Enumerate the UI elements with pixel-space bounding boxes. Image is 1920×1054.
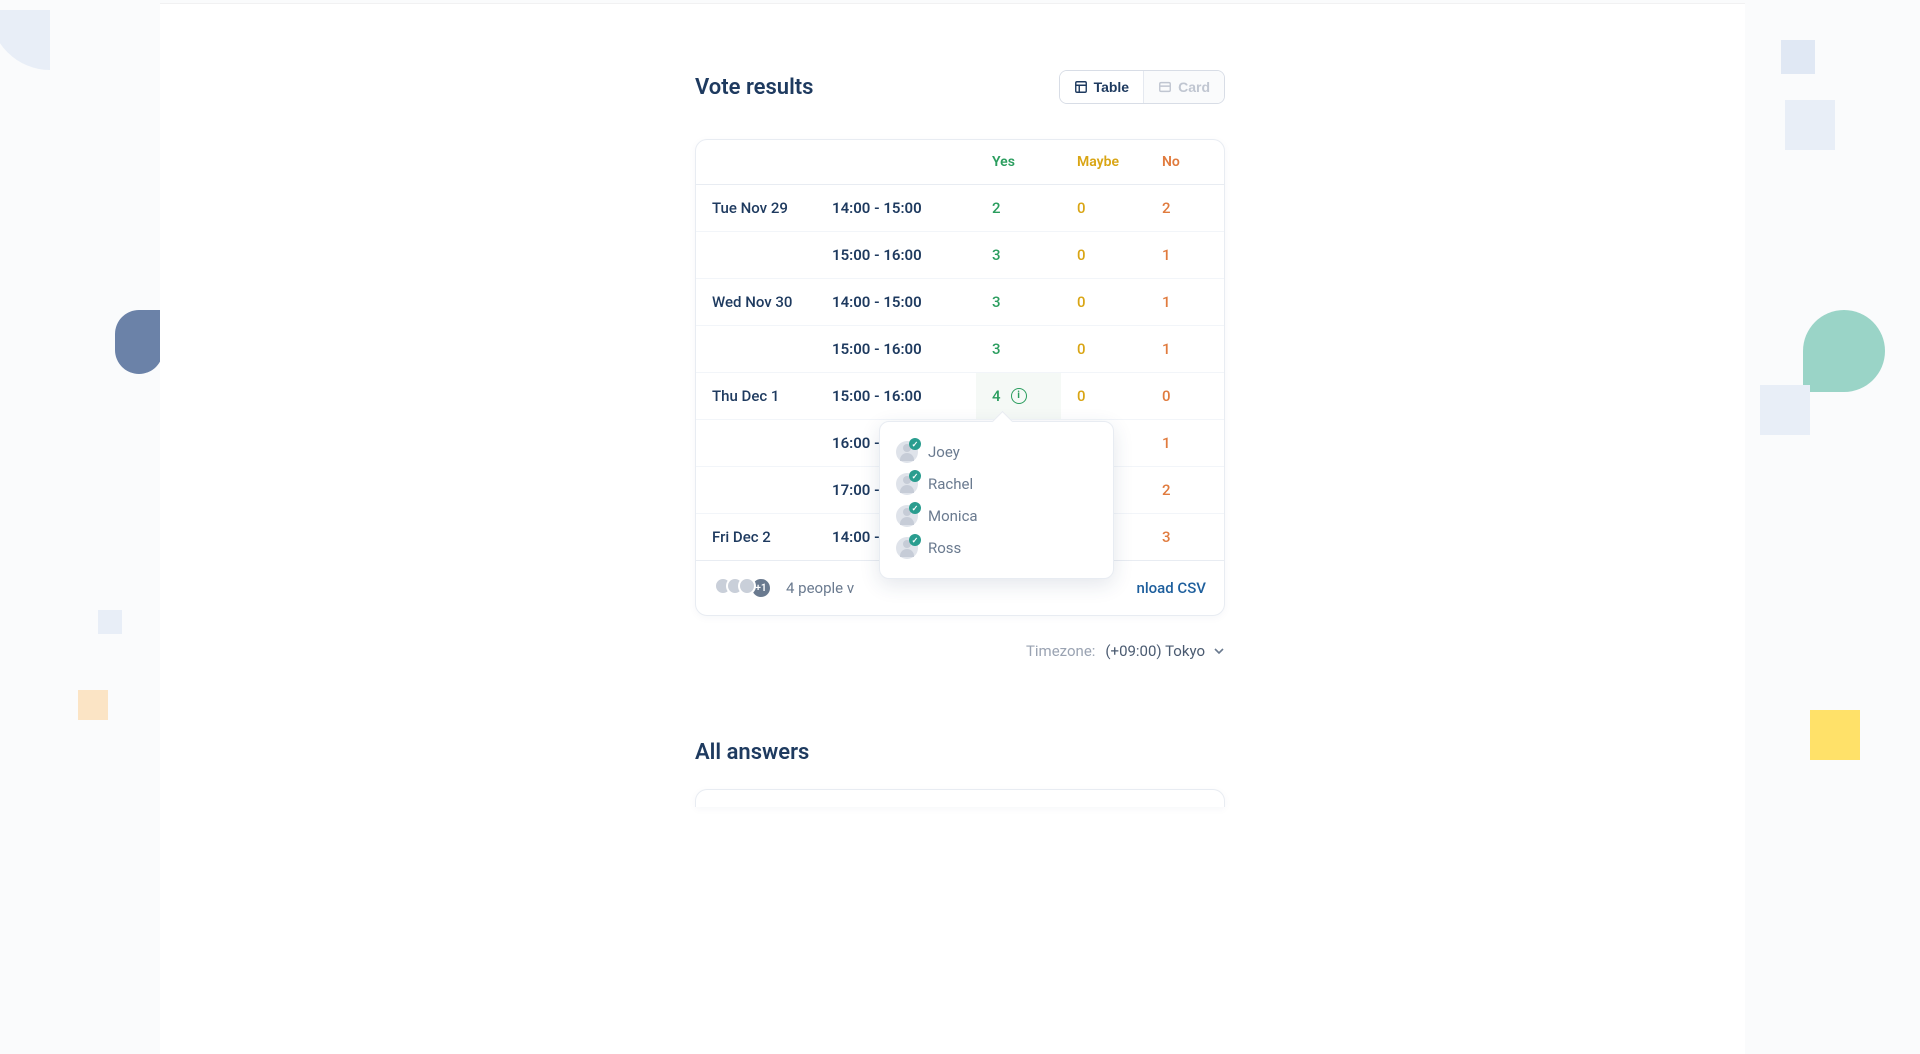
voters-popover: Joey Rachel Monica Ross xyxy=(879,421,1114,579)
table-icon xyxy=(1074,80,1088,94)
voter-name: Monica xyxy=(928,507,978,525)
time-cell: 15:00 - 16:00 xyxy=(816,326,976,372)
maybe-count-cell: 0 xyxy=(1061,232,1146,278)
download-csv-link[interactable]: nload CSV xyxy=(1136,579,1206,597)
checkmark-icon xyxy=(909,470,921,482)
voter-avatar-stack[interactable]: +1 xyxy=(714,577,772,599)
view-table-label: Table xyxy=(1094,79,1130,95)
avatar-icon xyxy=(738,577,756,595)
avatar-icon xyxy=(896,441,918,463)
date-cell: Tue Nov 29 xyxy=(696,185,816,231)
yes-count-cell: 3 xyxy=(976,232,1061,278)
decoration-shape xyxy=(1785,100,1835,150)
timezone-row: Timezone: (+09:00) Tokyo xyxy=(695,642,1225,660)
decoration-shape xyxy=(1810,710,1860,760)
no-count-cell: 3 xyxy=(1146,514,1221,560)
decoration-shape xyxy=(78,690,108,720)
checkmark-icon xyxy=(909,534,921,546)
checkmark-icon xyxy=(909,502,921,514)
table-header-row: Yes Maybe No xyxy=(696,140,1224,185)
decoration-shape xyxy=(98,610,122,634)
view-card-label: Card xyxy=(1178,79,1210,95)
voter-item: Rachel xyxy=(896,468,1097,500)
view-table-button[interactable]: Table xyxy=(1060,71,1144,103)
no-count-cell: 1 xyxy=(1146,326,1221,372)
all-answers-card xyxy=(695,789,1225,807)
yes-count-cell: 3 xyxy=(976,326,1061,372)
decoration-shape xyxy=(1781,40,1815,74)
th-no: No xyxy=(1146,140,1221,184)
vote-results-title: Vote results xyxy=(695,75,814,100)
th-maybe: Maybe xyxy=(1061,140,1146,184)
maybe-count-cell: 0 xyxy=(1061,326,1146,372)
checkmark-icon xyxy=(909,438,921,450)
avatar-icon xyxy=(896,537,918,559)
time-cell: 14:00 - 15:00 xyxy=(816,279,976,325)
date-cell xyxy=(696,241,816,269)
avatar-icon xyxy=(896,473,918,495)
voter-item: Monica xyxy=(896,500,1097,532)
vote-results-table: Yes Maybe No Tue Nov 2914:00 - 15:002021… xyxy=(695,139,1225,616)
time-cell: 15:00 - 16:00 xyxy=(816,232,976,278)
view-toggle-group: Table Card xyxy=(1059,70,1225,104)
maybe-count-cell: 0 xyxy=(1061,279,1146,325)
voter-name: Ross xyxy=(928,539,961,557)
th-date xyxy=(696,148,816,176)
no-count-cell: 1 xyxy=(1146,279,1221,325)
maybe-count-cell: 0 xyxy=(1061,185,1146,231)
voter-item: Joey xyxy=(896,436,1097,468)
th-yes: Yes xyxy=(976,140,1061,184)
date-cell xyxy=(696,476,816,504)
yes-count-cell: 2 xyxy=(976,185,1061,231)
date-cell xyxy=(696,335,816,363)
chevron-down-icon xyxy=(1213,645,1225,657)
table-row[interactable]: Wed Nov 3014:00 - 15:00301 xyxy=(696,279,1224,326)
timezone-label: Timezone: xyxy=(1026,642,1095,660)
decoration-shape xyxy=(1760,385,1810,435)
date-cell xyxy=(696,429,816,457)
no-count-cell: 2 xyxy=(1146,467,1221,513)
voter-name: Joey xyxy=(928,443,960,461)
date-cell: Wed Nov 30 xyxy=(696,279,816,325)
yes-count-cell: 3 xyxy=(976,279,1061,325)
time-cell: 15:00 - 16:00 xyxy=(816,373,976,419)
decoration-shape xyxy=(115,310,163,374)
no-count-cell: 2 xyxy=(1146,185,1221,231)
no-count-cell: 0 xyxy=(1146,373,1221,419)
timezone-value: (+09:00) Tokyo xyxy=(1105,642,1205,660)
no-count-cell: 1 xyxy=(1146,232,1221,278)
info-icon[interactable]: i xyxy=(1011,388,1027,404)
maybe-count-cell: 0 xyxy=(1061,373,1146,419)
people-voted-text: 4 people v xyxy=(786,579,854,597)
all-answers-title: All answers xyxy=(695,740,1225,765)
yes-count-cell[interactable]: 4i xyxy=(976,373,1061,419)
view-card-button[interactable]: Card xyxy=(1143,71,1224,103)
no-count-cell: 1 xyxy=(1146,420,1221,466)
table-row[interactable]: Tue Nov 2914:00 - 15:00202 xyxy=(696,185,1224,232)
date-cell: Fri Dec 2 xyxy=(696,514,816,560)
card-icon xyxy=(1158,80,1172,94)
time-cell: 14:00 - 15:00 xyxy=(816,185,976,231)
voter-name: Rachel xyxy=(928,475,973,493)
decoration-shape xyxy=(0,10,50,70)
date-cell: Thu Dec 1 xyxy=(696,373,816,419)
voter-item: Ross xyxy=(896,532,1097,564)
table-row[interactable]: 15:00 - 16:00301 xyxy=(696,232,1224,279)
table-row[interactable]: Thu Dec 115:00 - 16:004i00JoeyRachelMoni… xyxy=(696,373,1224,420)
decoration-shape xyxy=(1803,310,1885,392)
table-row[interactable]: 15:00 - 16:00301 xyxy=(696,326,1224,373)
timezone-selector[interactable]: (+09:00) Tokyo xyxy=(1105,642,1225,660)
th-time xyxy=(816,148,976,176)
avatar-icon xyxy=(896,505,918,527)
